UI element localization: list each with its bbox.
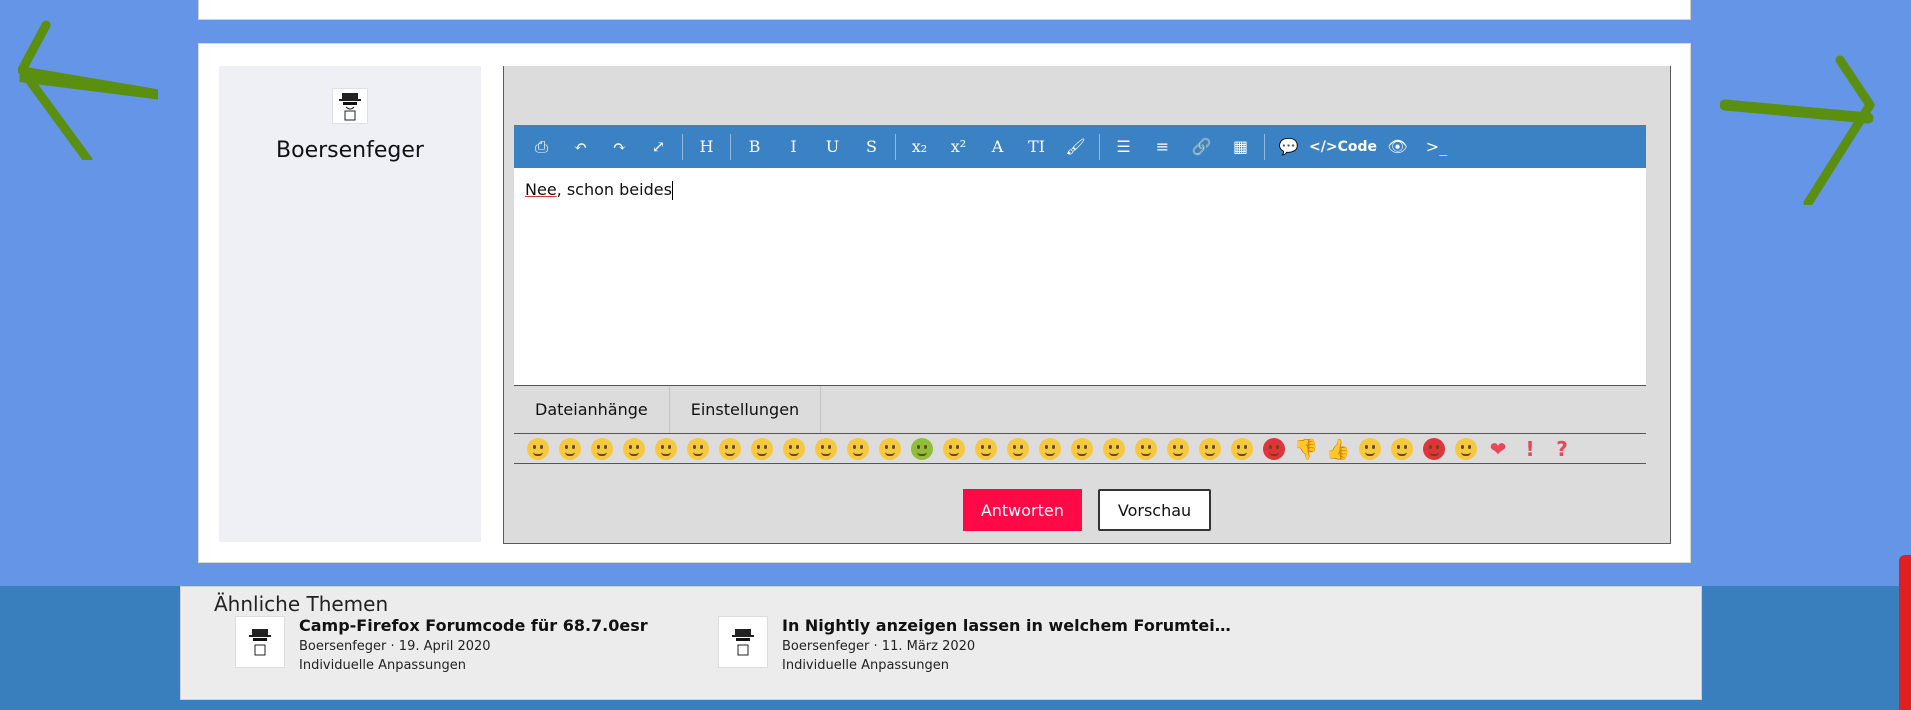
confused-smiley-icon[interactable]: [1100, 435, 1128, 463]
tongue-smiley-icon[interactable]: [620, 435, 648, 463]
link-icon[interactable]: 🔗: [1182, 125, 1221, 168]
list-icon[interactable]: ☰: [1104, 125, 1143, 168]
toolbar-separator: [730, 133, 731, 160]
editor-tabs: Dateianhänge Einstellungen: [514, 386, 1646, 434]
upside-smiley-icon[interactable]: [1004, 435, 1032, 463]
question-smiley-icon[interactable]: ?: [1548, 435, 1576, 463]
previous-post-bottom: [198, 0, 1691, 20]
undo-icon[interactable]: ↶: [561, 125, 600, 168]
grin-smiley-icon[interactable]: [652, 435, 680, 463]
whistle-smiley-icon[interactable]: [1388, 435, 1416, 463]
toolbar-separator: [895, 133, 896, 160]
squint-smiley-icon[interactable]: [940, 435, 968, 463]
italic-icon[interactable]: I: [774, 125, 813, 168]
kiss-smiley-icon[interactable]: [780, 435, 808, 463]
unamused-smiley-icon[interactable]: [1036, 435, 1064, 463]
rolleyes-smiley-icon[interactable]: [1164, 435, 1192, 463]
scrollbar[interactable]: [1899, 555, 1911, 710]
cool-smiley-icon[interactable]: [1068, 435, 1096, 463]
subscript-icon[interactable]: x₂: [900, 125, 939, 168]
superscript-icon[interactable]: x²: [939, 125, 978, 168]
tab-settings[interactable]: Einstellungen: [670, 386, 822, 433]
smiley-bar: 👎 👍 ❤!?: [514, 434, 1646, 464]
table-icon[interactable]: ▦: [1221, 125, 1260, 168]
thread-title[interactable]: Camp-Firefox Forumcode für 68.7.0esr: [299, 616, 648, 636]
strikethrough-icon[interactable]: S: [852, 125, 891, 168]
smile-smiley-icon[interactable]: [524, 435, 552, 463]
similar-threads-title: Ähnliche Themen: [214, 592, 389, 616]
angel-smiley-icon[interactable]: [1452, 435, 1480, 463]
mad-smiley-icon[interactable]: [1260, 435, 1288, 463]
sad-smiley-icon[interactable]: [556, 435, 584, 463]
neutral-smiley-icon[interactable]: [812, 435, 840, 463]
heart-smiley-icon[interactable]: ❤: [1484, 435, 1512, 463]
brush-icon[interactable]: 🖌: [1056, 125, 1095, 168]
code-icon[interactable]: </>Code: [1308, 125, 1378, 168]
next-arrow-icon[interactable]: [1720, 55, 1880, 205]
editor-text-word: Nee: [525, 180, 557, 199]
thread-title[interactable]: In Nightly anzeigen lassen in welchem Fo…: [782, 616, 1231, 636]
thread-meta: Boersenfeger · 19. April 2020: [299, 639, 491, 654]
editor-toolbar: ⎙ ↶ ↷ ⤢ H B I U Sx₂ x² A TI 🖌 ☰ ≡ 🔗 ▦ 💬 </>Code 👁 >_: [514, 125, 1646, 168]
spy-avatar-icon: [718, 616, 768, 668]
editor-text-area[interactable]: Nee, schon beides: [514, 168, 1646, 386]
previous-arrow-icon[interactable]: [18, 20, 158, 160]
source-icon[interactable]: ⎙: [522, 125, 561, 168]
text-caret: [671, 181, 673, 200]
cry-smiley-icon[interactable]: [716, 435, 744, 463]
fullscreen-icon[interactable]: ⤢: [639, 125, 678, 168]
align-icon[interactable]: ≡: [1143, 125, 1182, 168]
astonished-smiley-icon[interactable]: [1228, 435, 1256, 463]
toolbar-separator: [1099, 133, 1100, 160]
hearteyes-smiley-icon[interactable]: [1196, 435, 1224, 463]
bold-icon[interactable]: B: [735, 125, 774, 168]
tab-attachments[interactable]: Dateianhänge: [514, 386, 670, 433]
spy-avatar-icon[interactable]: [332, 88, 368, 124]
font-icon[interactable]: A: [978, 125, 1017, 168]
thread-forum[interactable]: Individuelle Anpassungen: [299, 657, 648, 675]
user-name[interactable]: Boersenfeger: [219, 138, 481, 163]
user-panel: Boersenfeger: [219, 66, 481, 542]
underline-icon[interactable]: U: [813, 125, 852, 168]
sleepy-smiley-icon[interactable]: [1356, 435, 1384, 463]
heading-icon[interactable]: H: [687, 125, 726, 168]
thread-meta: Boersenfeger · 11. März 2020: [782, 639, 976, 654]
toolbar-separator: [1264, 133, 1265, 160]
spy-avatar-icon: [235, 616, 285, 668]
inline-code-icon[interactable]: >_: [1417, 125, 1456, 168]
angry-smiley-icon[interactable]: [748, 435, 776, 463]
shocked-smiley-icon[interactable]: [876, 435, 904, 463]
editor-text: , schon beides: [556, 180, 672, 199]
toolbar-separator: [682, 133, 683, 160]
similar-threads: Ähnliche Themen Camp-Firefox Forumcode f…: [180, 586, 1702, 700]
font-size-icon[interactable]: TI: [1017, 125, 1056, 168]
editor: ⎙ ↶ ↷ ⤢ H B I U Sx₂ x² A TI 🖌 ☰ ≡ 🔗 ▦ 💬 </>Code 👁 >_ Nee, sc…: [503, 66, 1671, 544]
spoiler-icon[interactable]: 👁: [1378, 125, 1417, 168]
thumbsdown-smiley-icon[interactable]: 👎: [1292, 435, 1320, 463]
laugh-smiley-icon[interactable]: [684, 435, 712, 463]
exclamation-smiley-icon[interactable]: !: [1516, 435, 1544, 463]
similar-thread-item[interactable]: Camp-Firefox Forumcode für 68.7.0esr Boe…: [235, 616, 648, 675]
tongue2-smiley-icon[interactable]: [844, 435, 872, 463]
redo-icon[interactable]: ↷: [600, 125, 639, 168]
sick-smiley-icon[interactable]: [908, 435, 936, 463]
devil-smiley-icon[interactable]: [1420, 435, 1448, 463]
wink-smiley-icon[interactable]: [588, 435, 616, 463]
thinking-smiley-icon[interactable]: [972, 435, 1000, 463]
reply-button[interactable]: Antworten: [962, 489, 1082, 531]
reply-container: Boersenfeger ⎙ ↶ ↷ ⤢ H B I U Sx₂ x² A TI 🖌 ☰ ≡ 🔗 ▦ 💬 </>Co…: [198, 43, 1691, 563]
preview-button[interactable]: Vorschau: [1097, 489, 1212, 531]
action-buttons: Antworten Vorschau: [504, 489, 1670, 531]
thread-forum[interactable]: Individuelle Anpassungen: [782, 657, 1231, 675]
similar-thread-item[interactable]: In Nightly anzeigen lassen in welchem Fo…: [718, 616, 1231, 675]
thumbsup-smiley-icon[interactable]: 👍: [1324, 435, 1352, 463]
quote-icon[interactable]: 💬: [1269, 125, 1308, 168]
surprised-smiley-icon[interactable]: [1132, 435, 1160, 463]
